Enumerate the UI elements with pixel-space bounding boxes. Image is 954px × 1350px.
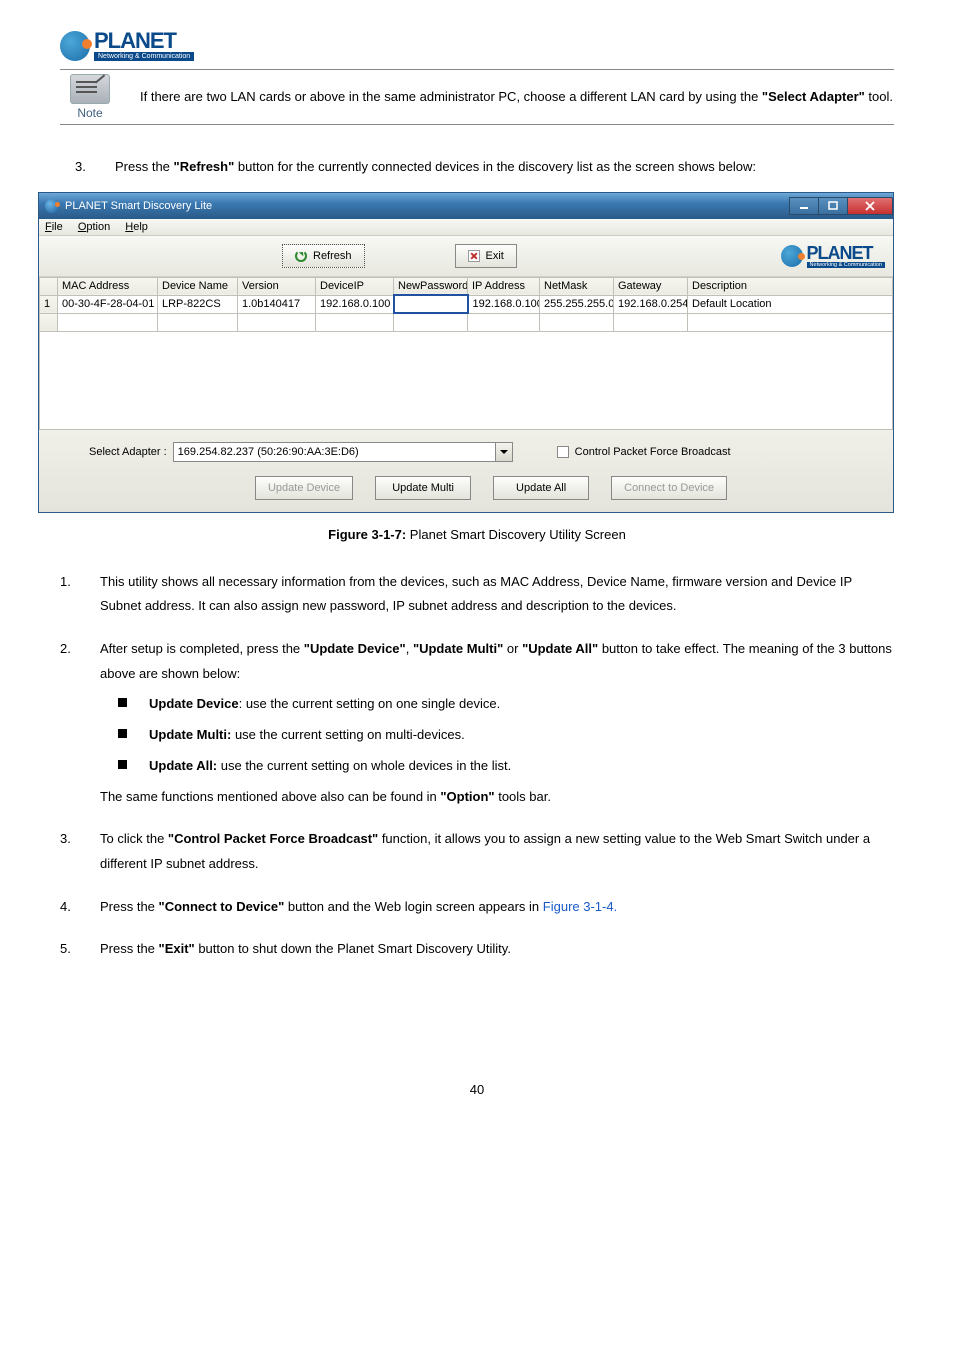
col-device-name[interactable]: Device Name [158,277,238,295]
note-label: Note [60,106,120,120]
instruction-list: 1. This utility shows all necessary info… [60,570,894,962]
cell-device-ip[interactable]: 192.168.0.100 [316,295,394,313]
maximize-icon [828,201,838,211]
table-row[interactable]: 1 00-30-4F-28-04-01 LRP-822CS 1.0b140417… [40,295,893,313]
table-row-empty[interactable] [40,313,893,331]
exit-button[interactable]: Exit [455,244,517,268]
col-netmask[interactable]: NetMask [540,277,614,295]
bullet-icon [118,698,127,707]
menu-bar: File Option Help [39,219,893,236]
adapter-input[interactable] [173,442,495,462]
update-device-button[interactable]: Update Device [255,476,353,500]
figure-caption: Figure 3-1-7: Planet Smart Discovery Uti… [60,527,894,542]
select-adapter-combo[interactable] [173,442,513,462]
brand-logo: PLANET Networking & Communication [60,30,894,61]
note-block: Note If there are two LAN cards or above… [60,69,894,125]
select-adapter-label: Select Adapter : [89,446,167,458]
title-bar: PLANET Smart Discovery Lite [39,193,893,219]
row-num-header [40,277,58,295]
close-button[interactable] [847,197,893,215]
step-3-instruction: 3. Press the "Refresh" button for the cu… [60,155,894,180]
page-number: 40 [60,1082,894,1097]
app-icon [45,199,59,213]
list-item-5: Press the "Exit" button to shut down the… [100,937,894,962]
brand-subtitle: Networking & Communication [94,52,194,61]
update-all-button[interactable]: Update All [493,476,589,500]
menu-option[interactable]: Option [78,221,110,233]
col-mac[interactable]: MAC Address [58,277,158,295]
exit-icon [468,250,480,262]
cell-description[interactable]: Default Location [688,295,893,313]
exit-label: Exit [486,250,504,262]
bullet-icon [118,729,127,738]
cell-device-name[interactable]: LRP-822CS [158,295,238,313]
refresh-label: Refresh [313,250,352,262]
minimize-icon [799,201,809,211]
refresh-icon [295,250,307,262]
col-gateway[interactable]: Gateway [614,277,688,295]
cpfb-label: Control Packet Force Broadcast [575,446,731,458]
connect-to-device-button[interactable]: Connect to Device [611,476,727,500]
cell-new-password[interactable] [394,295,468,313]
bullet-icon [118,760,127,769]
bottom-panel: Select Adapter : Control Packet Force Br… [39,430,893,512]
menu-file[interactable]: File [45,221,63,233]
cell-mac[interactable]: 00-30-4F-28-04-01 [58,295,158,313]
maximize-button[interactable] [818,197,848,215]
cell-netmask[interactable]: 255.255.255.0 [540,295,614,313]
col-device-ip[interactable]: DeviceIP [316,277,394,295]
minimize-button[interactable] [789,197,819,215]
cell-ip[interactable]: 192.168.0.100 [468,295,540,313]
cpfb-checkbox[interactable] [557,446,569,458]
brand-name: PLANET [94,30,194,52]
toolbar: Refresh Exit PLANET Networking & Communi… [39,236,893,277]
col-new-password[interactable]: NewPassword [394,277,468,295]
window-title: PLANET Smart Discovery Lite [65,200,790,212]
list-item-1: This utility shows all necessary informa… [100,570,894,619]
note-icon [70,74,110,104]
planet-globe-icon [60,31,90,61]
toolbar-logo: PLANET Networking & Communication [781,244,885,268]
refresh-button[interactable]: Refresh [282,244,365,268]
planet-globe-icon [781,245,803,267]
figure-link[interactable]: Figure 3-1-4. [543,899,617,914]
update-multi-button[interactable]: Update Multi [375,476,471,500]
list-item-4: Press the "Connect to Device" button and… [100,895,894,920]
device-grid: MAC Address Device Name Version DeviceIP… [39,277,893,430]
cell-version[interactable]: 1.0b140417 [238,295,316,313]
chevron-down-icon [500,450,508,454]
cell-gateway[interactable]: 192.168.0.254 [614,295,688,313]
note-text: If there are two LAN cards or above in t… [120,79,893,116]
app-window: PLANET Smart Discovery Lite File Option … [38,192,894,513]
col-ip-address[interactable]: IP Address [468,277,540,295]
col-version[interactable]: Version [238,277,316,295]
list-item-2: After setup is completed, press the "Upd… [100,637,894,809]
combo-dropdown-button[interactable] [495,442,513,462]
close-icon [864,201,876,211]
col-description[interactable]: Description [688,277,893,295]
grid-empty-area [39,332,893,430]
menu-help[interactable]: Help [125,221,148,233]
list-item-3: To click the "Control Packet Force Broad… [100,827,894,876]
row-num: 1 [40,295,58,313]
